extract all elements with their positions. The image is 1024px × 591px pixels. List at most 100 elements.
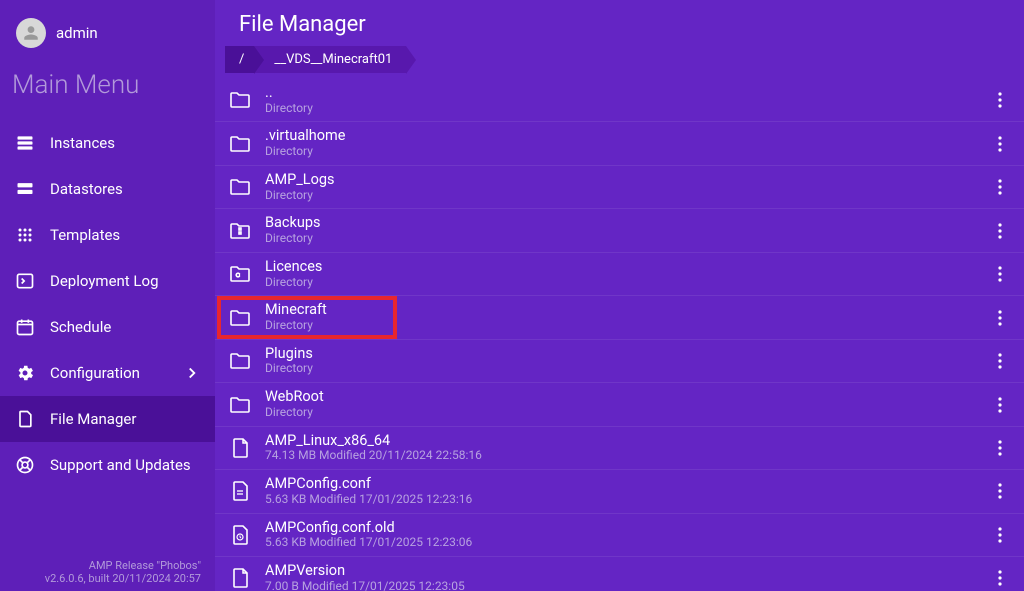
file-icon [14,408,36,430]
file-row[interactable]: LicencesDirectory [215,253,1024,296]
more-actions-button[interactable] [990,527,1010,543]
schedule-icon [14,316,36,338]
file-name: Minecraft [265,302,978,319]
file-icon [227,565,253,591]
sidebar-item-schedule[interactable]: Schedule [0,304,215,350]
file-info: AMPVersion7.00 B Modified 17/01/2025 12:… [265,563,978,591]
deploy-icon [14,270,36,292]
file-name: AMPConfig.conf.old [265,520,978,537]
file-row[interactable]: ..Directory [215,79,1024,122]
more-actions-button[interactable] [990,223,1010,239]
breadcrumb-segment[interactable]: / [225,46,254,73]
more-actions-button[interactable] [990,397,1010,413]
folder-icon [227,261,253,287]
folder-icon [227,218,253,244]
file-row[interactable]: AMPConfig.conf.old5.63 KB Modified 17/01… [215,514,1024,557]
file-icon [227,522,253,548]
file-row[interactable]: AMP_Linux_x86_6474.13 MB Modified 20/11/… [215,427,1024,470]
file-icon [227,478,253,504]
more-actions-button[interactable] [990,179,1010,195]
more-actions-button[interactable] [990,353,1010,369]
menu-heading: Main Menu [0,56,215,120]
file-info: LicencesDirectory [265,259,978,289]
file-name: AMP_Logs [265,172,978,189]
folder-icon [227,305,253,331]
folder-icon [227,87,253,113]
more-actions-button[interactable] [990,483,1010,499]
chevron-right-icon [183,364,201,382]
file-row[interactable]: AMP_LogsDirectory [215,166,1024,209]
file-name: .. [265,85,978,102]
username: admin [56,24,98,42]
file-row[interactable]: MinecraftDirectory [215,296,1024,339]
file-subtitle: Directory [265,232,978,246]
file-icon [227,435,253,461]
file-name: WebRoot [265,389,978,406]
sidebar: admin Main Menu Instances Datastores Templ… [0,0,215,591]
sidebar-item-instances[interactable]: Instances [0,120,215,166]
file-info: AMPConfig.conf5.63 KB Modified 17/01/202… [265,476,978,506]
file-info: PluginsDirectory [265,346,978,376]
file-subtitle: Directory [265,362,978,376]
more-actions-button[interactable] [990,92,1010,108]
sidebar-item-configuration[interactable]: Configuration [0,350,215,396]
file-info: AMP_LogsDirectory [265,172,978,202]
file-info: BackupsDirectory [265,215,978,245]
sidebar-item-templates[interactable]: Templates [0,212,215,258]
file-name: AMPConfig.conf [265,476,978,493]
file-info: AMPConfig.conf.old5.63 KB Modified 17/01… [265,520,978,550]
sidebar-item-label: Schedule [50,318,111,336]
footer-line1: AMP Release "Phobos" [14,559,201,572]
file-subtitle: Directory [265,276,978,290]
folder-icon [227,131,253,157]
sidebar-item-label: Deployment Log [50,272,159,290]
file-subtitle: Directory [265,145,978,159]
support-icon [14,454,36,476]
sidebar-item-label: Configuration [50,364,140,382]
file-name: Backups [265,215,978,232]
breadcrumb-segment[interactable]: __VDS__Minecraft01 [254,46,406,73]
file-row[interactable]: AMPConfig.conf5.63 KB Modified 17/01/202… [215,470,1024,513]
version-footer: AMP Release "Phobos" v2.6.0.6, built 20/… [0,549,215,591]
file-subtitle: 7.00 B Modified 17/01/2025 12:23:05 [265,580,978,591]
file-name: Plugins [265,346,978,363]
file-row[interactable]: BackupsDirectory [215,209,1024,252]
user-row[interactable]: admin [0,10,215,56]
file-row[interactable]: WebRootDirectory [215,383,1024,426]
file-subtitle: 5.63 KB Modified 17/01/2025 12:23:16 [265,493,978,507]
more-actions-button[interactable] [990,136,1010,152]
more-actions-button[interactable] [990,440,1010,456]
sidebar-item-deployment-log[interactable]: Deployment Log [0,258,215,304]
file-row[interactable]: .virtualhomeDirectory [215,122,1024,165]
sidebar-item-file-manager[interactable]: File Manager [0,396,215,442]
breadcrumb: /__VDS__Minecraft01 [215,45,1024,79]
templates-icon [14,224,36,246]
file-row[interactable]: PluginsDirectory [215,340,1024,383]
folder-icon [227,348,253,374]
more-actions-button[interactable] [990,310,1010,326]
datastores-icon [14,178,36,200]
sidebar-item-label: Instances [50,134,115,152]
file-row[interactable]: AMPVersion7.00 B Modified 17/01/2025 12:… [215,557,1024,591]
folder-icon [227,392,253,418]
file-list: ..Directory.virtualhomeDirectoryAMP_Logs… [215,79,1024,591]
sidebar-item-label: Support and Updates [50,456,191,474]
file-name: Licences [265,259,978,276]
file-name: .virtualhome [265,128,978,145]
sidebar-item-label: Templates [50,226,120,244]
file-subtitle: Directory [265,406,978,420]
sidebar-item-label: Datastores [50,180,123,198]
file-subtitle: 74.13 MB Modified 20/11/2024 22:58:16 [265,449,978,463]
file-name: AMP_Linux_x86_64 [265,433,978,450]
file-info: .virtualhomeDirectory [265,128,978,158]
file-name: AMPVersion [265,563,978,580]
file-subtitle: Directory [265,319,978,333]
more-actions-button[interactable] [990,570,1010,586]
sidebar-item-support[interactable]: Support and Updates [0,442,215,488]
file-info: MinecraftDirectory [265,302,978,332]
file-info: WebRootDirectory [265,389,978,419]
more-actions-button[interactable] [990,266,1010,282]
sidebar-item-label: File Manager [50,410,136,428]
sidebar-item-datastores[interactable]: Datastores [0,166,215,212]
footer-line2: v2.6.0.6, built 20/11/2024 20:57 [14,572,201,585]
